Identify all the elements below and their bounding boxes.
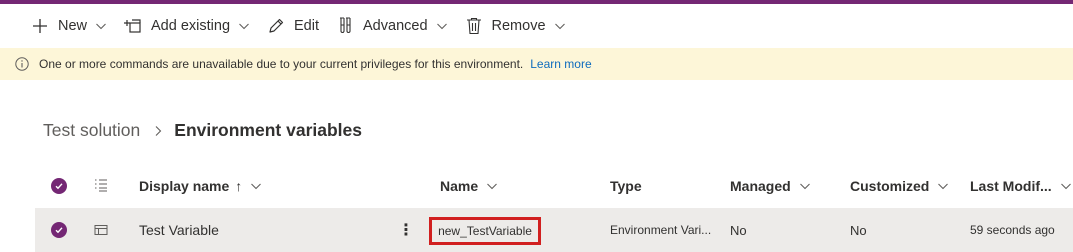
chevron-down-icon: [799, 180, 811, 192]
row-last-modified: 59 seconds ago: [970, 223, 1055, 237]
table-row[interactable]: Test Variable ⋮ new_TestVariable Environ…: [35, 208, 1073, 252]
edit-button-label: Edit: [294, 18, 320, 34]
advanced-button-label: Advanced: [363, 18, 428, 34]
column-header-customized[interactable]: Customized: [850, 166, 949, 206]
edit-button[interactable]: Edit: [266, 10, 319, 42]
remove-button[interactable]: Remove: [464, 10, 566, 42]
add-existing-label: Add existing: [151, 18, 231, 34]
column-header-display-name[interactable]: Display name ↑: [139, 166, 262, 206]
chevron-down-icon: [95, 20, 107, 32]
row-name-highlighted: new_TestVariable: [429, 217, 541, 245]
row-customized: No: [850, 222, 867, 238]
table-icon: [94, 208, 108, 252]
chevron-down-icon: [1060, 180, 1072, 192]
row-managed: No: [730, 222, 747, 238]
row-name: new_TestVariable: [438, 224, 532, 238]
learn-more-link[interactable]: Learn more: [530, 57, 591, 71]
column-customized-label: Customized: [850, 178, 930, 194]
column-header-managed[interactable]: Managed: [730, 166, 811, 206]
select-all-checkbox[interactable]: [51, 166, 67, 206]
message-text: One or more commands are unavailable due…: [39, 57, 524, 71]
column-type-label: Type: [610, 178, 642, 194]
page-title: Environment variables: [174, 120, 362, 140]
info-icon: [14, 56, 30, 72]
list-icon: [93, 177, 109, 196]
privileges-message-bar: One or more commands are unavailable due…: [0, 48, 1073, 80]
column-header-type[interactable]: Type: [610, 166, 642, 206]
row-type: Environment Vari...: [610, 223, 712, 237]
grid-header: Display name ↑ Name Type Managed Customi…: [35, 166, 1073, 206]
row-select-checkbox[interactable]: [51, 208, 67, 252]
column-options-button[interactable]: [93, 166, 109, 206]
new-button-label: New: [58, 18, 88, 34]
chevron-down-icon: [238, 20, 250, 32]
chevron-right-icon: [152, 125, 164, 137]
advanced-button[interactable]: Advanced: [335, 10, 448, 42]
chevron-down-icon: [436, 20, 448, 32]
row-display-name[interactable]: Test Variable: [139, 208, 219, 252]
pencil-icon: [266, 16, 286, 36]
checkmark-icon: [51, 222, 67, 238]
trash-icon: [464, 16, 484, 36]
flask-icon: [335, 16, 355, 36]
row-more-options-button[interactable]: ⋮: [398, 208, 414, 252]
column-header-name[interactable]: Name: [440, 166, 498, 206]
chevron-down-icon: [937, 180, 949, 192]
column-managed-label: Managed: [730, 178, 791, 194]
chevron-down-icon: [554, 20, 566, 32]
remove-button-label: Remove: [491, 18, 546, 34]
plus-icon: [30, 16, 50, 36]
new-button[interactable]: New: [30, 10, 107, 42]
more-vertical-icon: ⋮: [398, 222, 414, 239]
chevron-down-icon: [486, 180, 498, 192]
chevron-down-icon: [250, 180, 262, 192]
column-name-label: Name: [440, 178, 479, 194]
column-header-last-modified[interactable]: Last Modif...: [970, 166, 1072, 206]
column-display-name-label: Display name: [139, 178, 230, 194]
sort-ascending-icon: ↑: [235, 178, 243, 194]
add-existing-icon: [123, 16, 143, 36]
breadcrumb: Test solution Environment variables: [43, 120, 362, 141]
breadcrumb-parent-link[interactable]: Test solution: [43, 120, 140, 141]
add-existing-button[interactable]: Add existing: [123, 10, 250, 42]
checkmark-icon: [51, 178, 67, 194]
command-bar: New Add existing Edit Advanced Remove: [0, 4, 1073, 48]
column-last-modified-label: Last Modif...: [970, 178, 1052, 194]
